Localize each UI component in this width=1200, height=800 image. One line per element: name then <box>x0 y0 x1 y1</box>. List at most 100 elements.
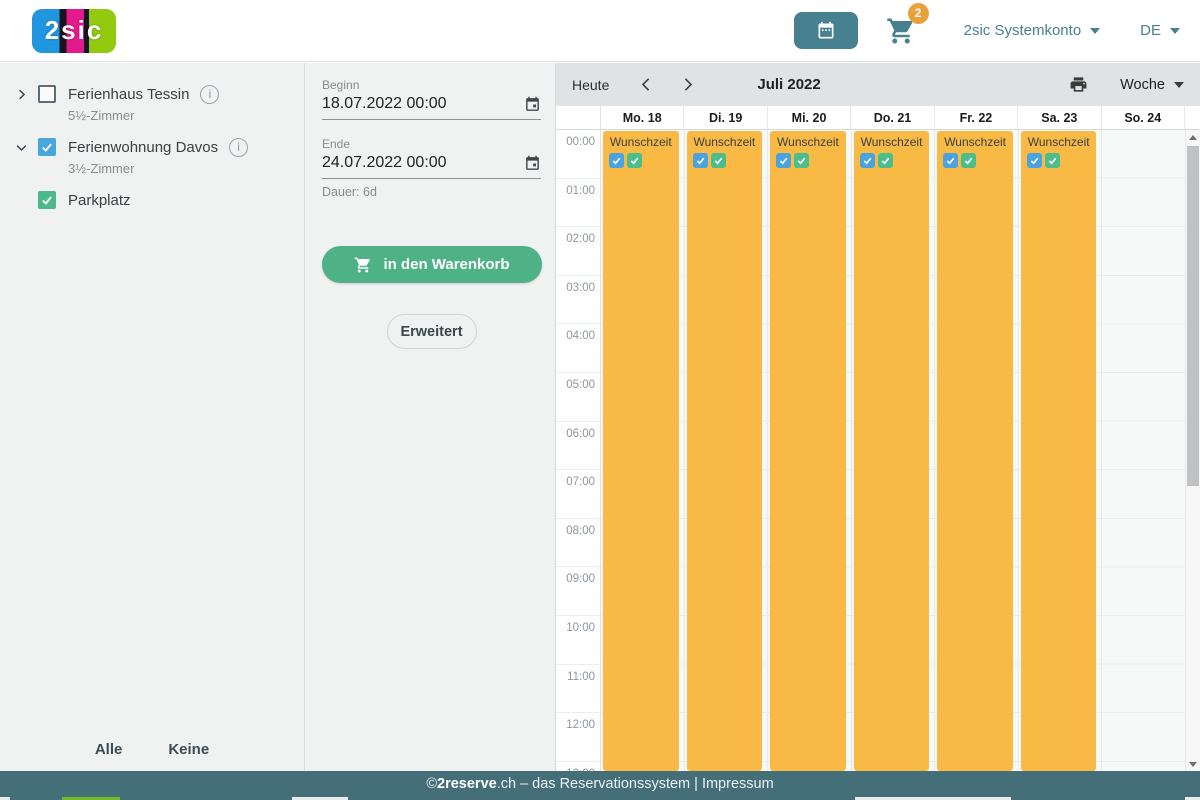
event-checkbox-green[interactable] <box>878 153 893 168</box>
event-checkbox-blue[interactable] <box>609 153 624 168</box>
tree-item: Ferienwohnung Davos i <box>0 126 304 158</box>
scrollbar-thumb[interactable] <box>1187 146 1199 486</box>
event-checkbox-blue[interactable] <box>1027 153 1042 168</box>
event-wunschzeit[interactable]: Wunschzeit <box>1021 131 1097 771</box>
chevron-down-icon <box>1170 28 1180 34</box>
event-wunschzeit[interactable]: Wunschzeit <box>770 131 846 771</box>
event-label: Wunschzeit <box>937 135 1013 149</box>
event-checkboxes <box>687 153 763 168</box>
app-header: 2sic 2 2sic Systemkonto DE <box>0 0 1200 62</box>
event-checkboxes <box>770 153 846 168</box>
check-icon <box>796 155 807 166</box>
scroll-down-button[interactable] <box>1186 757 1200 771</box>
day-column[interactable]: Wunschzeit <box>768 130 852 771</box>
app-footer: © 2reserve.ch – das Reservationssystem |… <box>0 771 1200 797</box>
hour-label: 09:00 <box>556 567 600 616</box>
event-checkbox-green[interactable] <box>961 153 976 168</box>
event-checkbox-blue[interactable] <box>776 153 791 168</box>
day-column[interactable]: Wunschzeit <box>685 130 769 771</box>
day-column[interactable] <box>1102 130 1185 771</box>
check-icon <box>1047 155 1058 166</box>
view-mode-dropdown[interactable]: Woche <box>1120 77 1184 93</box>
add-to-cart-button[interactable]: in den Warenkorb <box>322 246 542 283</box>
resource-checkbox[interactable] <box>38 85 56 103</box>
event-wunschzeit[interactable]: Wunschzeit <box>854 131 930 771</box>
event-checkbox-green[interactable] <box>794 153 809 168</box>
calendar-panel: Heute Juli 2022 Woche Mo. 18Di. 19Mi. 20… <box>556 63 1200 771</box>
day-header-cell: So. 24 <box>1102 106 1185 129</box>
scroll-up-button[interactable] <box>1186 130 1200 144</box>
footer-text-link[interactable]: .ch – das Reservationssystem | Impressum <box>497 776 774 792</box>
check-icon <box>40 193 54 207</box>
tree-item-subtitle: 3½-Zimmer <box>0 158 304 179</box>
calendar-grid: 00:0001:0002:0003:0004:0005:0006:0007:00… <box>556 130 1200 771</box>
language-menu[interactable]: DE <box>1140 22 1180 39</box>
time-gutter: 00:0001:0002:0003:0004:0005:0006:0007:00… <box>556 130 601 771</box>
chevron-down-icon <box>1174 82 1184 88</box>
tree-item-label: Ferienwohnung Davos <box>68 139 218 156</box>
end-field: Ende 24.07.2022 00:00 <box>322 137 541 179</box>
next-week-button[interactable] <box>674 72 700 98</box>
info-icon[interactable]: i <box>229 138 248 157</box>
main-area: Ferienhaus Tessini5½-ZimmerFerienwohnung… <box>0 63 1200 771</box>
calendar-view-button[interactable] <box>794 12 858 49</box>
language-label: DE <box>1140 22 1161 39</box>
print-button[interactable] <box>1069 75 1088 94</box>
datepicker-icon[interactable] <box>524 155 541 172</box>
event-checkbox-green[interactable] <box>1045 153 1060 168</box>
hour-label: 02:00 <box>556 227 600 276</box>
event-wunschzeit[interactable]: Wunschzeit <box>937 131 1013 771</box>
chevron-right-icon[interactable] <box>10 83 32 105</box>
prev-week-button[interactable] <box>633 72 659 98</box>
event-checkbox-blue[interactable] <box>860 153 875 168</box>
event-wunschzeit[interactable]: Wunschzeit <box>687 131 763 771</box>
end-input[interactable]: 24.07.2022 00:00 <box>322 154 524 172</box>
chevron-down-icon[interactable] <box>10 136 32 158</box>
print-icon <box>1069 75 1088 94</box>
day-header-cell: Mo. 18 <box>601 106 684 129</box>
day-columns: WunschzeitWunschzeitWunschzeitWunschzeit… <box>601 130 1185 771</box>
info-icon[interactable]: i <box>200 85 219 104</box>
triangle-down-icon <box>1189 762 1197 767</box>
app-logo[interactable]: 2sic <box>32 9 116 53</box>
account-menu[interactable]: 2sic Systemkonto <box>964 22 1101 39</box>
event-checkbox-green[interactable] <box>711 153 726 168</box>
advanced-button[interactable]: Erweitert <box>387 314 477 349</box>
add-to-cart-label: in den Warenkorb <box>383 256 509 273</box>
day-column[interactable]: Wunschzeit <box>1019 130 1103 771</box>
event-label: Wunschzeit <box>687 135 763 149</box>
triangle-up-icon <box>1189 135 1197 140</box>
hour-label: 00:00 <box>556 130 600 179</box>
footer-brand-link[interactable]: 2reserve <box>437 776 497 792</box>
day-header-cell: Di. 19 <box>684 106 767 129</box>
day-header-cell: Do. 21 <box>851 106 934 129</box>
vertical-scrollbar[interactable] <box>1185 130 1200 771</box>
day-column[interactable]: Wunschzeit <box>601 130 685 771</box>
check-icon <box>963 155 974 166</box>
view-mode-label: Woche <box>1120 77 1165 93</box>
event-checkboxes <box>603 153 679 168</box>
footer-copyright: © <box>426 776 437 792</box>
event-wunschzeit[interactable]: Wunschzeit <box>603 131 679 771</box>
cart-count-badge: 2 <box>908 3 929 24</box>
hour-label: 13:00 <box>556 762 600 771</box>
duration-label: Dauer: 6d <box>322 185 541 199</box>
resource-checkbox[interactable] <box>38 191 56 209</box>
day-column[interactable]: Wunschzeit <box>852 130 936 771</box>
select-none-button[interactable]: Keine <box>168 741 209 758</box>
event-checkbox-blue[interactable] <box>693 153 708 168</box>
today-button[interactable]: Heute <box>572 77 609 93</box>
select-all-button[interactable]: Alle <box>95 741 123 758</box>
day-column[interactable]: Wunschzeit <box>935 130 1019 771</box>
hour-label: 05:00 <box>556 373 600 422</box>
check-icon <box>695 155 706 166</box>
event-checkbox-green[interactable] <box>627 153 642 168</box>
check-icon <box>611 155 622 166</box>
begin-input[interactable]: 18.07.2022 00:00 <box>322 95 524 113</box>
datepicker-icon[interactable] <box>524 96 541 113</box>
resource-checkbox[interactable] <box>38 138 56 156</box>
event-checkbox-blue[interactable] <box>943 153 958 168</box>
hour-label: 01:00 <box>556 179 600 228</box>
shopping-cart-button[interactable]: 2 <box>886 16 916 46</box>
day-header-cell: Mi. 20 <box>768 106 851 129</box>
